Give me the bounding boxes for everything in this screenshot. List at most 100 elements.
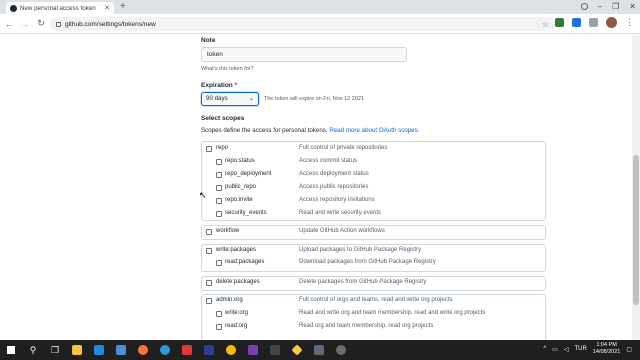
app-icon[interactable] — [269, 344, 281, 356]
scope-row-security-events: security_events Read and write security … — [201, 209, 546, 221]
edge-icon[interactable] — [159, 344, 171, 356]
scope-row-write-org: write:org Read and write org and team me… — [201, 309, 546, 321]
expiration-label: Expiration * — [201, 82, 238, 89]
checkbox[interactable] — [206, 146, 212, 152]
scope-description: Access repository invitations — [299, 197, 375, 203]
browser-toolbar: ← → ↻ github.com/settings/tokens/new ☆ ⋮ — [0, 14, 640, 34]
close-tab-icon[interactable]: ✕ — [104, 4, 110, 12]
mouse-cursor-icon: ↖ — [199, 190, 207, 200]
note-input[interactable]: token — [201, 47, 407, 62]
vscode-icon[interactable] — [93, 344, 105, 356]
scope-name: public_repo — [225, 184, 257, 190]
scope-name: delete:packages — [216, 279, 260, 285]
checkbox[interactable] — [206, 298, 212, 304]
scope-description: Read and write security events — [299, 210, 382, 216]
checkbox[interactable] — [216, 159, 222, 165]
checkbox[interactable] — [216, 260, 222, 266]
extension-icon[interactable] — [555, 18, 564, 27]
page-scrollbar[interactable] — [632, 35, 640, 340]
browser-tab[interactable]: New personal access token ✕ — [6, 2, 114, 14]
menu-icon[interactable]: ⋮ — [625, 17, 634, 28]
puzzle-icon[interactable] — [589, 18, 598, 27]
maximize-button[interactable]: ❐ — [612, 1, 619, 13]
back-button[interactable]: ← — [2, 19, 16, 29]
scope-description: Delete packages from GitHub Package Regi… — [299, 279, 427, 285]
task-view-icon[interactable]: ❐ — [49, 344, 61, 356]
checkbox[interactable] — [216, 324, 222, 330]
firefox-icon[interactable] — [137, 344, 149, 356]
scope-description: Upload packages to GitHub Package Regist… — [299, 247, 422, 253]
scopes-heading: Select scopes — [201, 115, 245, 122]
scope-name: security_events — [225, 210, 267, 216]
profile-ring-icon[interactable] — [580, 3, 588, 10]
tab-title: New personal access token — [20, 4, 96, 12]
app-icon[interactable] — [181, 344, 193, 356]
page-content: Note token What's this token for? Expira… — [0, 35, 640, 340]
expiration-select[interactable]: 90 days ⌄ — [201, 92, 259, 106]
app-icon[interactable] — [335, 344, 347, 356]
minimize-button[interactable]: – — [598, 1, 602, 13]
scope-description: Full control of private repositories — [299, 145, 388, 151]
scrollbar-thumb[interactable] — [633, 155, 639, 305]
note-help-text: What's this token for? — [201, 66, 254, 72]
forward-button[interactable]: → — [18, 19, 32, 29]
volume-icon[interactable]: ◁ — [564, 346, 569, 353]
scope-name: admin:org — [216, 297, 243, 303]
windows-start-icon[interactable] — [5, 344, 17, 356]
scope-row-repo-deployment: repo_deployment Access deployment status — [201, 170, 546, 182]
scope-description: Update GitHub Action workflows — [299, 228, 385, 234]
checkbox[interactable] — [206, 229, 212, 235]
checkbox[interactable] — [216, 172, 222, 178]
scope-name: repo_deployment — [225, 171, 272, 177]
visual-studio-icon[interactable] — [247, 344, 259, 356]
scope-row-read-org: read:org Read org and team membership, r… — [201, 322, 546, 334]
scope-row-repo: repo Full control of private repositorie… — [201, 144, 546, 156]
app-icon[interactable] — [313, 344, 325, 356]
file-explorer-icon[interactable] — [71, 344, 83, 356]
close-window-button[interactable]: ✕ — [629, 1, 636, 13]
oauth-scopes-link[interactable]: Read more about OAuth scopes. — [329, 127, 419, 134]
scope-name: write:packages — [216, 247, 257, 253]
scope-description: Access public repositories — [299, 184, 369, 190]
reload-button[interactable]: ↻ — [34, 18, 48, 29]
scope-row-repo-invite: repo:invite Access repository invitation… — [201, 196, 546, 208]
required-mark: * — [234, 82, 238, 89]
checkbox[interactable] — [206, 248, 212, 254]
address-bar[interactable]: github.com/settings/tokens/new ☆ — [50, 17, 555, 31]
checkbox[interactable] — [216, 311, 222, 317]
taskbar: ⚲ ❐ ^ ▭ ◁ TUR 1:04 PM 14/08/2021 ▢ — [0, 340, 640, 360]
language-indicator[interactable]: TUR — [574, 346, 586, 352]
notification-icon[interactable]: ▢ — [626, 346, 632, 353]
scope-row-delete-packages: delete:packages Delete packages from Git… — [201, 278, 546, 290]
note-label: Note — [201, 37, 216, 44]
app-icon[interactable] — [291, 344, 303, 356]
checkbox[interactable] — [216, 185, 222, 191]
checkbox[interactable] — [206, 280, 212, 286]
extension-icon[interactable] — [572, 18, 581, 27]
clock[interactable]: 1:04 PM 14/08/2021 — [593, 342, 621, 356]
scope-description: Read org and team membership, read org p… — [299, 323, 434, 329]
lock-icon[interactable] — [56, 21, 61, 27]
scope-name: repo — [216, 145, 229, 151]
search-icon[interactable]: ⚲ — [27, 344, 39, 356]
new-tab-button[interactable]: + — [120, 1, 126, 13]
scope-name: repo:invite — [225, 197, 253, 203]
scope-description: Access deployment status — [299, 171, 369, 177]
scope-row-admin-org: admin:org Full control of orgs and teams… — [201, 296, 546, 308]
checkbox[interactable] — [216, 211, 222, 217]
scope-description: Access commit status — [299, 158, 358, 164]
avatar[interactable] — [606, 17, 617, 28]
scope-description: Read and write org and team membership, … — [299, 310, 486, 316]
chrome-icon[interactable] — [225, 344, 237, 356]
network-icon[interactable]: ▭ — [552, 346, 558, 353]
bookmark-star-icon[interactable]: ☆ — [542, 20, 549, 29]
mail-icon[interactable] — [115, 344, 127, 356]
checkbox[interactable] — [216, 198, 222, 204]
scope-name: write:org — [225, 310, 249, 316]
chevron-down-icon: ⌄ — [248, 95, 254, 102]
github-icon — [10, 4, 17, 12]
app-icon[interactable] — [203, 344, 215, 356]
chevron-up-icon[interactable]: ^ — [543, 346, 546, 352]
scope-description: Full control of orgs and teams, read and… — [299, 297, 453, 303]
clock-time: 1:04 PM — [596, 342, 617, 348]
